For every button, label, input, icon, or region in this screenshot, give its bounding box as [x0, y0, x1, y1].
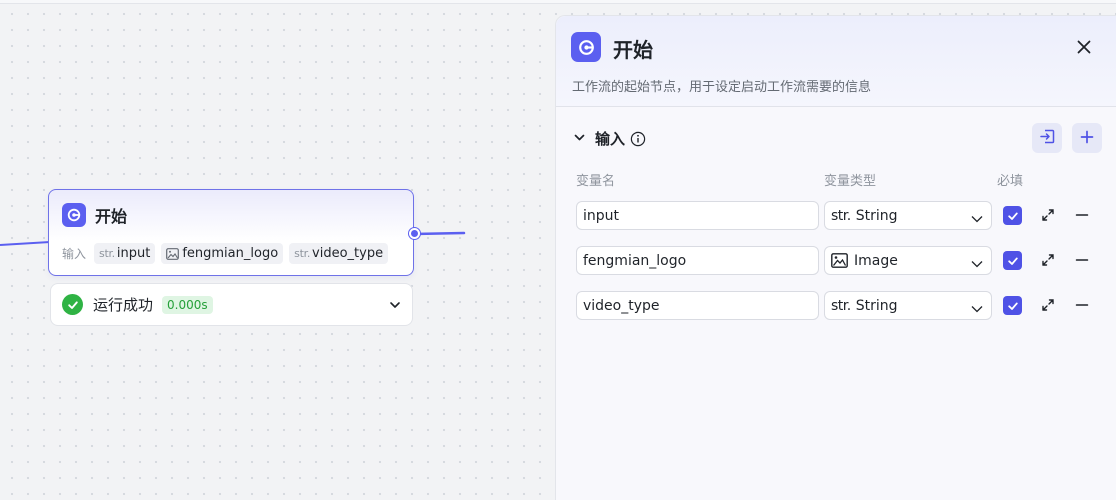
- column-header-type: 变量类型: [824, 174, 877, 189]
- chevron-down-icon: [970, 300, 984, 319]
- remove-variable-button[interactable]: [1074, 297, 1090, 313]
- input-section-title: 输入: [595, 130, 626, 148]
- node-settings-panel: 开始 工作流的起始节点，用于设定启动工作流需要的信息 输入 变量名 变量类型 必…: [555, 15, 1116, 500]
- add-variable-button[interactable]: [1072, 123, 1102, 153]
- string-type-label: str.: [831, 207, 851, 224]
- node-title: 开始: [95, 207, 128, 226]
- variable-name-input[interactable]: [576, 201, 819, 230]
- success-check-icon: [62, 294, 83, 315]
- start-node-icon: [62, 203, 86, 227]
- column-header-name: 变量名: [576, 174, 616, 189]
- run-duration-badge: 0.000s: [162, 295, 213, 314]
- panel-header: 开始 工作流的起始节点，用于设定启动工作流需要的信息: [556, 16, 1116, 107]
- info-icon[interactable]: [630, 131, 646, 147]
- start-node-icon: [571, 32, 601, 62]
- expand-icon[interactable]: [1040, 252, 1056, 268]
- variable-type-value: Image: [854, 252, 898, 269]
- param-name: input: [116, 246, 151, 261]
- variable-type-select[interactable]: Image: [824, 246, 992, 275]
- plus-icon: [1080, 129, 1094, 148]
- string-type-label: str.: [99, 247, 115, 260]
- chevron-down-icon[interactable]: [388, 297, 402, 316]
- start-node[interactable]: 开始 输入 str. input fengmian_logo str. vide…: [48, 189, 420, 276]
- image-icon: [831, 253, 848, 268]
- expand-icon[interactable]: [1040, 297, 1056, 313]
- string-type-label: str.: [831, 297, 851, 314]
- param-chip-fengmian-logo: fengmian_logo: [161, 243, 284, 264]
- variable-type-select[interactable]: str. String: [824, 201, 992, 230]
- required-checkbox[interactable]: [1003, 206, 1022, 225]
- param-chip-input: str. input: [94, 243, 156, 264]
- import-icon: [1039, 128, 1056, 149]
- string-type-label: str.: [294, 247, 311, 260]
- panel-description: 工作流的起始节点，用于设定启动工作流需要的信息: [572, 80, 872, 95]
- column-header-required: 必填: [997, 174, 1024, 189]
- required-checkbox[interactable]: [1003, 251, 1022, 270]
- output-port[interactable]: [409, 228, 420, 239]
- close-icon[interactable]: [1074, 37, 1094, 57]
- remove-variable-button[interactable]: [1074, 207, 1090, 223]
- remove-variable-button[interactable]: [1074, 252, 1090, 268]
- variable-name-input[interactable]: [576, 246, 819, 275]
- run-status-bar[interactable]: 运行成功 0.000s: [50, 283, 413, 326]
- param-name: video_type: [312, 246, 384, 261]
- required-checkbox[interactable]: [1003, 296, 1022, 315]
- import-variables-button[interactable]: [1032, 123, 1062, 153]
- expand-icon[interactable]: [1040, 207, 1056, 223]
- input-section-header[interactable]: 输入: [573, 128, 646, 149]
- node-params: 输入 str. input fengmian_logo str. video_t…: [62, 243, 394, 264]
- incoming-edge: [0, 241, 50, 246]
- params-label: 输入: [62, 247, 87, 261]
- variable-type-value: String: [855, 207, 898, 224]
- variable-type-select[interactable]: str. String: [824, 291, 992, 320]
- variable-type-value: String: [855, 297, 898, 314]
- chevron-down-icon: [970, 255, 984, 274]
- top-border: [0, 0, 1116, 4]
- run-status-text: 运行成功: [93, 296, 154, 314]
- chevron-down-icon[interactable]: [573, 129, 586, 148]
- panel-title: 开始: [613, 38, 653, 62]
- outgoing-edge[interactable]: [412, 226, 468, 240]
- param-chip-video-type: str. video_type: [289, 243, 389, 264]
- param-name: fengmian_logo: [182, 246, 279, 261]
- image-icon: [166, 247, 180, 260]
- variable-name-input[interactable]: [576, 291, 819, 320]
- node-header: 开始: [62, 203, 127, 227]
- chevron-down-icon: [970, 210, 984, 229]
